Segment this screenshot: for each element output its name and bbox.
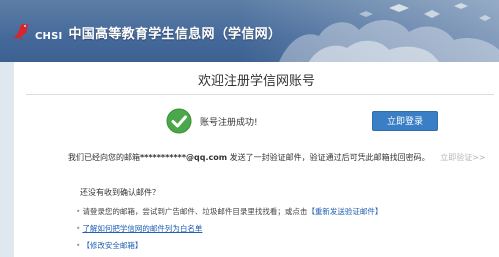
change-security-email-link[interactable]: 【修改安全邮箱】 <box>82 241 142 250</box>
bullet-icon: • <box>76 207 81 216</box>
title-divider <box>26 94 494 95</box>
notice-suffix: 发送了一封验证邮件，验证通过后可凭此邮箱找回密码。 <box>229 153 430 162</box>
verify-now-link[interactable]: 立即验证>> <box>440 153 485 162</box>
masked-email: *********** <box>140 153 187 162</box>
bullet-icon: • <box>76 224 81 233</box>
success-check-icon <box>166 108 192 134</box>
help-item1-text: 请登录您的邮箱，尝试到广告邮件、垃圾邮件目录里找找看；或点击 <box>82 207 308 216</box>
logo-en-text: CHSI <box>35 31 63 42</box>
success-message: 账号注册成功! <box>200 118 258 128</box>
help-title: 还没有收到确认邮件？ <box>80 188 160 197</box>
bullet-icon: • <box>76 241 81 250</box>
left-strip <box>0 62 14 257</box>
main-panel: 欢迎注册学信网账号 账号注册成功! 立即登录 我们已经向您的邮箱********… <box>14 62 499 257</box>
help-item-check-spam: • 请登录您的邮箱，尝试到广告邮件、垃圾邮件目录里找找看；或点击【重新发送验证邮件… <box>76 206 382 217</box>
notice-prefix: 我们已经向您的邮箱 <box>68 153 140 162</box>
resend-verification-link[interactable]: 【重新发送验证邮件】 <box>307 207 382 216</box>
bird-logo-icon <box>13 23 29 40</box>
verification-notice: 我们已经向您的邮箱***********@qq.com 发送了一封验证邮件，验证… <box>68 152 498 163</box>
page-title: 欢迎注册学信网账号 <box>197 74 315 89</box>
login-now-button[interactable]: 立即登录 <box>372 111 438 131</box>
help-item-whitelist: • 了解如何把学信网的邮件列为白名单 <box>76 223 202 234</box>
graduation-banner-art <box>239 0 499 62</box>
help-item-change-email: • 【修改安全邮箱】 <box>76 240 142 251</box>
site-header: CHSI 中国高等教育学生信息网（学信网） <box>0 0 499 62</box>
whitelist-guide-link[interactable]: 了解如何把学信网的邮件列为白名单 <box>82 224 202 233</box>
email-domain: @qq.com <box>186 153 228 162</box>
